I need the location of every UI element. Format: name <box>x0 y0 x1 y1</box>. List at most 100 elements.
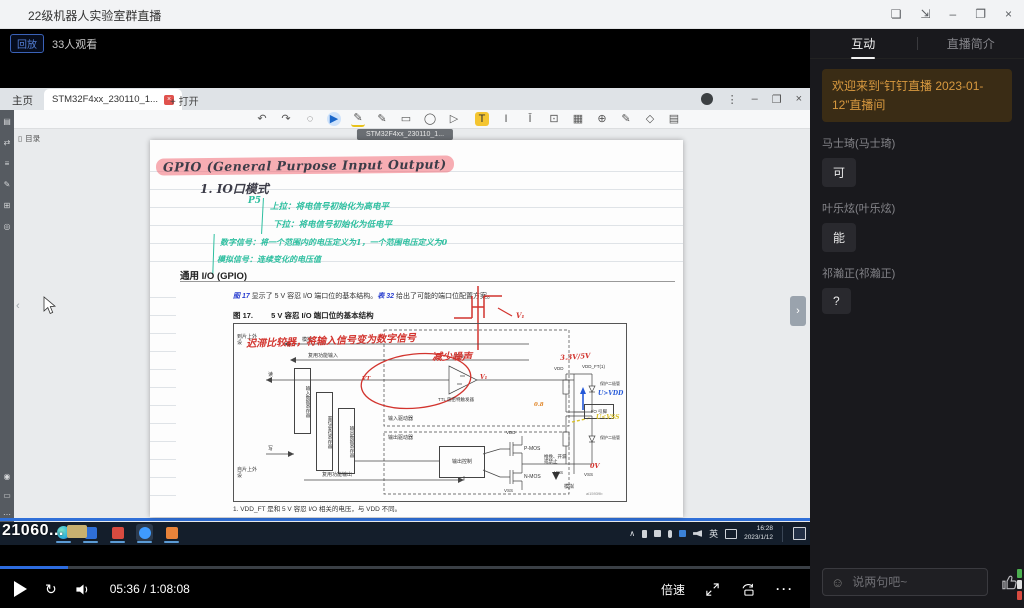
fullscreen-icon[interactable]: ⇲ <box>920 8 930 20</box>
maximize-button[interactable]: ❐ <box>975 8 986 20</box>
ruled-lines-margin <box>150 280 176 500</box>
label-vdd-rail: VDD <box>554 366 564 371</box>
chat-input[interactable] <box>850 574 979 590</box>
red-vt-label: VT <box>362 376 370 382</box>
popout-icon[interactable]: ❏ <box>891 8 902 20</box>
doc-float-label: STM32F4xx_230110_1... <box>357 129 453 140</box>
message-bubble: ? <box>822 288 851 314</box>
tray-onedrive-icon <box>679 530 686 537</box>
message-list: 马士琦(马士琦) 可 叶乐炫(叶乐炫) 能 祁瀚正(祁瀚正) ? <box>810 135 1024 314</box>
red-v1b-label: V₁ <box>480 374 487 381</box>
label-vdd-pmos: VDD <box>506 430 516 435</box>
label-analog-bottom: 模拟 <box>564 484 574 490</box>
tray-chevron-icon: ∧ <box>629 530 635 538</box>
pdf-page: GPIO (General Purpose Input Output) 1. I… <box>150 140 683 517</box>
tab-interaction[interactable]: 互动 <box>810 35 917 52</box>
user-id-watermark: 21060... <box>2 522 87 540</box>
annotate-icon: ✎ <box>4 181 11 189</box>
like-effect <box>1017 569 1022 600</box>
ink-icon: ✎ <box>619 112 633 126</box>
note-pulldown: 下拉：将电信号初始化为低电平 <box>273 218 392 230</box>
progress-fill <box>0 566 68 569</box>
orange-08-label: 0.8 <box>534 402 544 408</box>
toc-chip: ▯ 目录 <box>18 133 40 144</box>
box-set-reset-register: 置位/复位寄存器 <box>316 392 333 471</box>
app-minimize-icon: – <box>752 93 758 105</box>
box-output-control: 输出控制 <box>439 446 485 478</box>
red-v1-label: V₁ <box>516 311 525 320</box>
watermark-text: 21060... <box>2 522 64 540</box>
polygon-tool-icon: ▷ <box>447 112 461 126</box>
emoji-icon[interactable]: ☺ <box>831 576 844 589</box>
fullscreen-icon[interactable] <box>705 582 720 597</box>
tag-icon: ◎ <box>4 223 11 231</box>
label-fig-id: ai15939b <box>586 492 602 497</box>
table-ref: 表 32 <box>377 293 394 300</box>
underline-text-icon: Ī <box>523 112 537 126</box>
pdf-scrollbar <box>0 518 810 521</box>
welcome-banner: 欢迎来到“钉钉直播 2023-01-12”直播间 <box>822 69 1012 122</box>
label-pushpull: 推挽、开漏或禁止 <box>544 454 570 465</box>
minimize-button[interactable]: – <box>950 8 957 20</box>
label-write: 写 <box>268 446 273 452</box>
mouse-cursor <box>43 296 56 315</box>
pdf-sidebar: ▤ ⇄ ≡ ✎ ⊞ ◎ <box>0 110 14 530</box>
viewer-count: 33人观看 <box>52 36 97 52</box>
watermark-box <box>67 525 87 538</box>
tray-mic-icon <box>668 530 672 538</box>
box-output-data-register: 输出数据寄存器 <box>338 408 355 474</box>
figure-caption: 图 17. 5 V 容忍 I/O 端口位的基本结构 <box>233 310 374 321</box>
rotate-screen-icon[interactable] <box>740 582 756 597</box>
system-tray: ∧ 英 16:28 2023/1/12 <box>629 522 806 545</box>
redo-icon: ↷ <box>279 112 293 126</box>
eraser-icon: ◇ <box>643 112 657 126</box>
clock-time: 16:28 <box>744 525 773 533</box>
app-menu-icon: ⋮ <box>727 93 738 106</box>
label-input-driver: 输入驱动器 <box>388 416 413 422</box>
para-text-1: 显示了 5 V 容忍 I/O 端口位的基本结构。 <box>250 293 378 300</box>
close-button[interactable]: × <box>1005 8 1012 20</box>
handwritten-label-p5: P5 <box>248 196 261 206</box>
doc-tab-label: STM32F4xx_230110_1... <box>52 94 158 105</box>
label-pmos: P-MOS <box>524 446 540 452</box>
chat-input-box[interactable]: ☺ <box>822 568 988 596</box>
label-nmos: N-MOS <box>524 474 541 480</box>
note-digital: 数字信号：将一个范围内的电压定义为1，一个范围电压定义为0 <box>220 237 447 248</box>
tab-live-intro[interactable]: 直播简介 <box>918 35 1024 52</box>
figure-title: 5 V 容忍 I/O 端口位的基本结构 <box>271 311 374 320</box>
cursor-tool-icon: ▶ <box>327 112 341 126</box>
pen-icon: ✎ <box>351 111 365 127</box>
chat-message: 叶乐炫(叶乐炫) 能 <box>822 200 1012 252</box>
toc-label: 目录 <box>25 133 40 144</box>
device-icon: ▭ <box>3 491 11 500</box>
touch-keyboard-icon <box>725 529 737 539</box>
play-button[interactable] <box>14 581 27 597</box>
highlighter-icon: ✎ <box>375 112 389 126</box>
volume-icon[interactable] <box>75 582 92 597</box>
pdf-toolbar: ↶ ↷ ◌ ▶ ✎ ✎ ▭ ◯ ▷ T I Ī ⊡ ▦ ⊕ ✎ ◇ ▤ <box>0 110 810 129</box>
red-note-line2: 减少噪声 <box>432 348 472 363</box>
screenshare-frame: 主页 STM32F4xx_230110_1... × + 打开 ⋮ – ❐ × … <box>0 88 810 545</box>
pdf-home-tab: 主页 <box>12 93 33 108</box>
handwritten-title: GPIO (General Purpose Input Output) <box>156 155 454 175</box>
label-read: 读 <box>268 372 273 378</box>
undo-icon: ↶ <box>255 112 269 126</box>
pdf-open-tab: + 打开 <box>170 93 199 108</box>
more-options-icon[interactable]: ··· <box>776 582 794 596</box>
tray-phone-icon <box>642 530 647 538</box>
progress-bar[interactable] <box>0 566 810 569</box>
chat-panel: 互动 直播简介 欢迎来到“钉钉直播 2023-01-12”直播间 马士琦(马士琦… <box>810 28 1024 608</box>
figure-footnote: 1. VDD_FT 是和 5 V 容忍 I/O 相关的电压，与 VDD 不同。 <box>233 503 673 513</box>
speed-button[interactable]: 倍速 <box>661 581 685 598</box>
pdf-doc-tab: STM32F4xx_230110_1... × <box>44 89 182 110</box>
replay-icon[interactable]: ↻ <box>45 582 57 596</box>
notebook-icon: ▤ <box>667 112 681 126</box>
note-pullup: 上拉：将电信号初始化为高电平 <box>270 200 389 212</box>
video-player[interactable]: 回放 33人观看 主页 STM32F4xx_230110_1... × + 打开… <box>0 28 810 608</box>
app-red-icon <box>109 524 126 541</box>
tray-usb-icon <box>654 530 661 537</box>
app-orange-icon <box>163 524 180 541</box>
swap-icon: ⇄ <box>4 139 11 147</box>
message-bubble: 能 <box>822 223 856 252</box>
label-af-in: 复用功能输入 <box>308 353 338 359</box>
